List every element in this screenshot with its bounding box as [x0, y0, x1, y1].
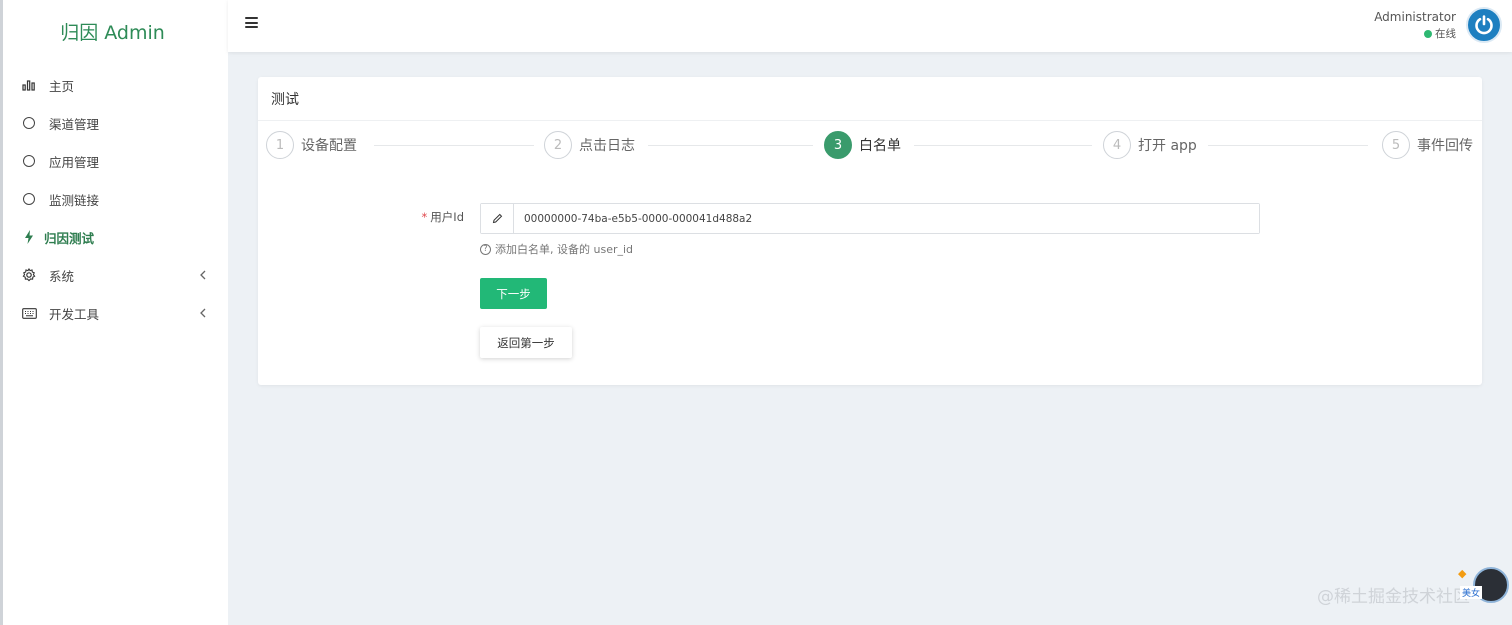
- brand-title[interactable]: 归因 Admin: [3, 0, 228, 62]
- step-title: 点击日志: [579, 138, 635, 154]
- step-1[interactable]: 1 设备配置: [266, 131, 357, 159]
- step-connector: [1208, 145, 1368, 146]
- card-title: 测试: [258, 77, 1482, 121]
- watermark-tag: 美女: [1459, 586, 1482, 599]
- step-number: 5: [1382, 131, 1410, 159]
- step-number: 4: [1103, 131, 1131, 159]
- sidebar-item-dev-tools[interactable]: 开发工具: [3, 294, 228, 332]
- sidebar: 归因 Admin 主页 渠道管理 应用管理 监测链接 归因测试 系统 开发工具: [0, 0, 228, 625]
- watermark-text: @稀土掘金技术社区: [1317, 587, 1470, 607]
- bolt-icon: [21, 229, 37, 245]
- top-navbar: Administrator 在线: [228, 0, 1512, 52]
- chevron-left-icon: [200, 268, 206, 283]
- help-text: ? 添加白名单, 设备的 user_id: [480, 241, 633, 257]
- step-number: 1: [266, 131, 294, 159]
- keyboard-icon: [21, 305, 37, 321]
- gear-icon: [21, 267, 37, 283]
- step-connector: [374, 145, 534, 146]
- user-status: 在线: [1374, 26, 1456, 41]
- step-4[interactable]: 4 打开 app: [1103, 131, 1197, 159]
- sidebar-item-label: 开发工具: [49, 306, 100, 322]
- step-connector: [648, 145, 813, 146]
- user-id-label-text: 用户Id: [430, 210, 464, 224]
- user-id-label: * 用户Id: [416, 209, 464, 225]
- diamond-icon: ◆: [1458, 567, 1467, 580]
- sidebar-item-apps[interactable]: 应用管理: [3, 142, 228, 180]
- help-text-label: 添加白名单, 设备的 user_id: [495, 243, 634, 256]
- next-step-button[interactable]: 下一步: [480, 278, 547, 309]
- step-title: 事件回传: [1417, 138, 1473, 154]
- step-2[interactable]: 2 点击日志: [544, 131, 635, 159]
- step-connector: [914, 145, 1092, 146]
- sidebar-item-label: 主页: [49, 78, 75, 94]
- circle-icon: [21, 153, 37, 169]
- sidebar-item-attribution-test[interactable]: 归因测试: [3, 218, 228, 256]
- sidebar-item-label: 监测链接: [49, 192, 100, 208]
- sidebar-item-label: 归因测试: [44, 230, 95, 246]
- sidebar-item-label: 应用管理: [49, 154, 100, 170]
- bar-chart-icon: [21, 77, 37, 93]
- sidebar-item-channels[interactable]: 渠道管理: [3, 104, 228, 142]
- step-title: 白名单: [859, 138, 901, 154]
- step-3[interactable]: 3 白名单: [824, 131, 901, 159]
- step-5[interactable]: 5 事件回传: [1382, 131, 1473, 159]
- back-to-first-step-button[interactable]: 返回第一步: [480, 327, 572, 358]
- circle-icon: [21, 191, 37, 207]
- power-icon: [1475, 15, 1493, 35]
- sidebar-menu: 主页 渠道管理 应用管理 监测链接 归因测试 系统 开发工具: [3, 66, 228, 332]
- steps-wizard: 1 设备配置 2 点击日志 3 白名单 4 打开 app 5 事件回传: [266, 131, 1478, 161]
- sidebar-item-tracking-links[interactable]: 监测链接: [3, 180, 228, 218]
- sidebar-item-label: 系统: [49, 268, 75, 284]
- online-status-dot: [1424, 29, 1432, 38]
- avatar[interactable]: [1466, 7, 1502, 43]
- chevron-left-icon: [200, 306, 206, 321]
- circle-icon: [21, 115, 37, 131]
- user-info[interactable]: Administrator 在线: [1374, 10, 1456, 41]
- step-title: 打开 app: [1138, 138, 1197, 154]
- required-mark: *: [421, 210, 428, 224]
- sidebar-item-system[interactable]: 系统: [3, 256, 228, 294]
- user-status-text: 在线: [1435, 28, 1456, 40]
- pencil-icon: [481, 204, 514, 233]
- sidebar-item-home[interactable]: 主页: [3, 66, 228, 104]
- sidebar-item-label: 渠道管理: [49, 116, 100, 132]
- step-number: 3: [824, 131, 852, 159]
- question-circle-icon: ?: [480, 243, 491, 255]
- hamburger-menu-icon[interactable]: [245, 17, 258, 28]
- user-name: Administrator: [1374, 10, 1456, 24]
- user-id-input[interactable]: [514, 204, 1259, 233]
- user-id-input-group: [480, 203, 1260, 234]
- step-title: 设备配置: [301, 138, 357, 154]
- step-number: 2: [544, 131, 572, 159]
- test-card: 测试 1 设备配置 2 点击日志 3 白名单 4 打开 app 5 事件回传 *…: [258, 77, 1482, 385]
